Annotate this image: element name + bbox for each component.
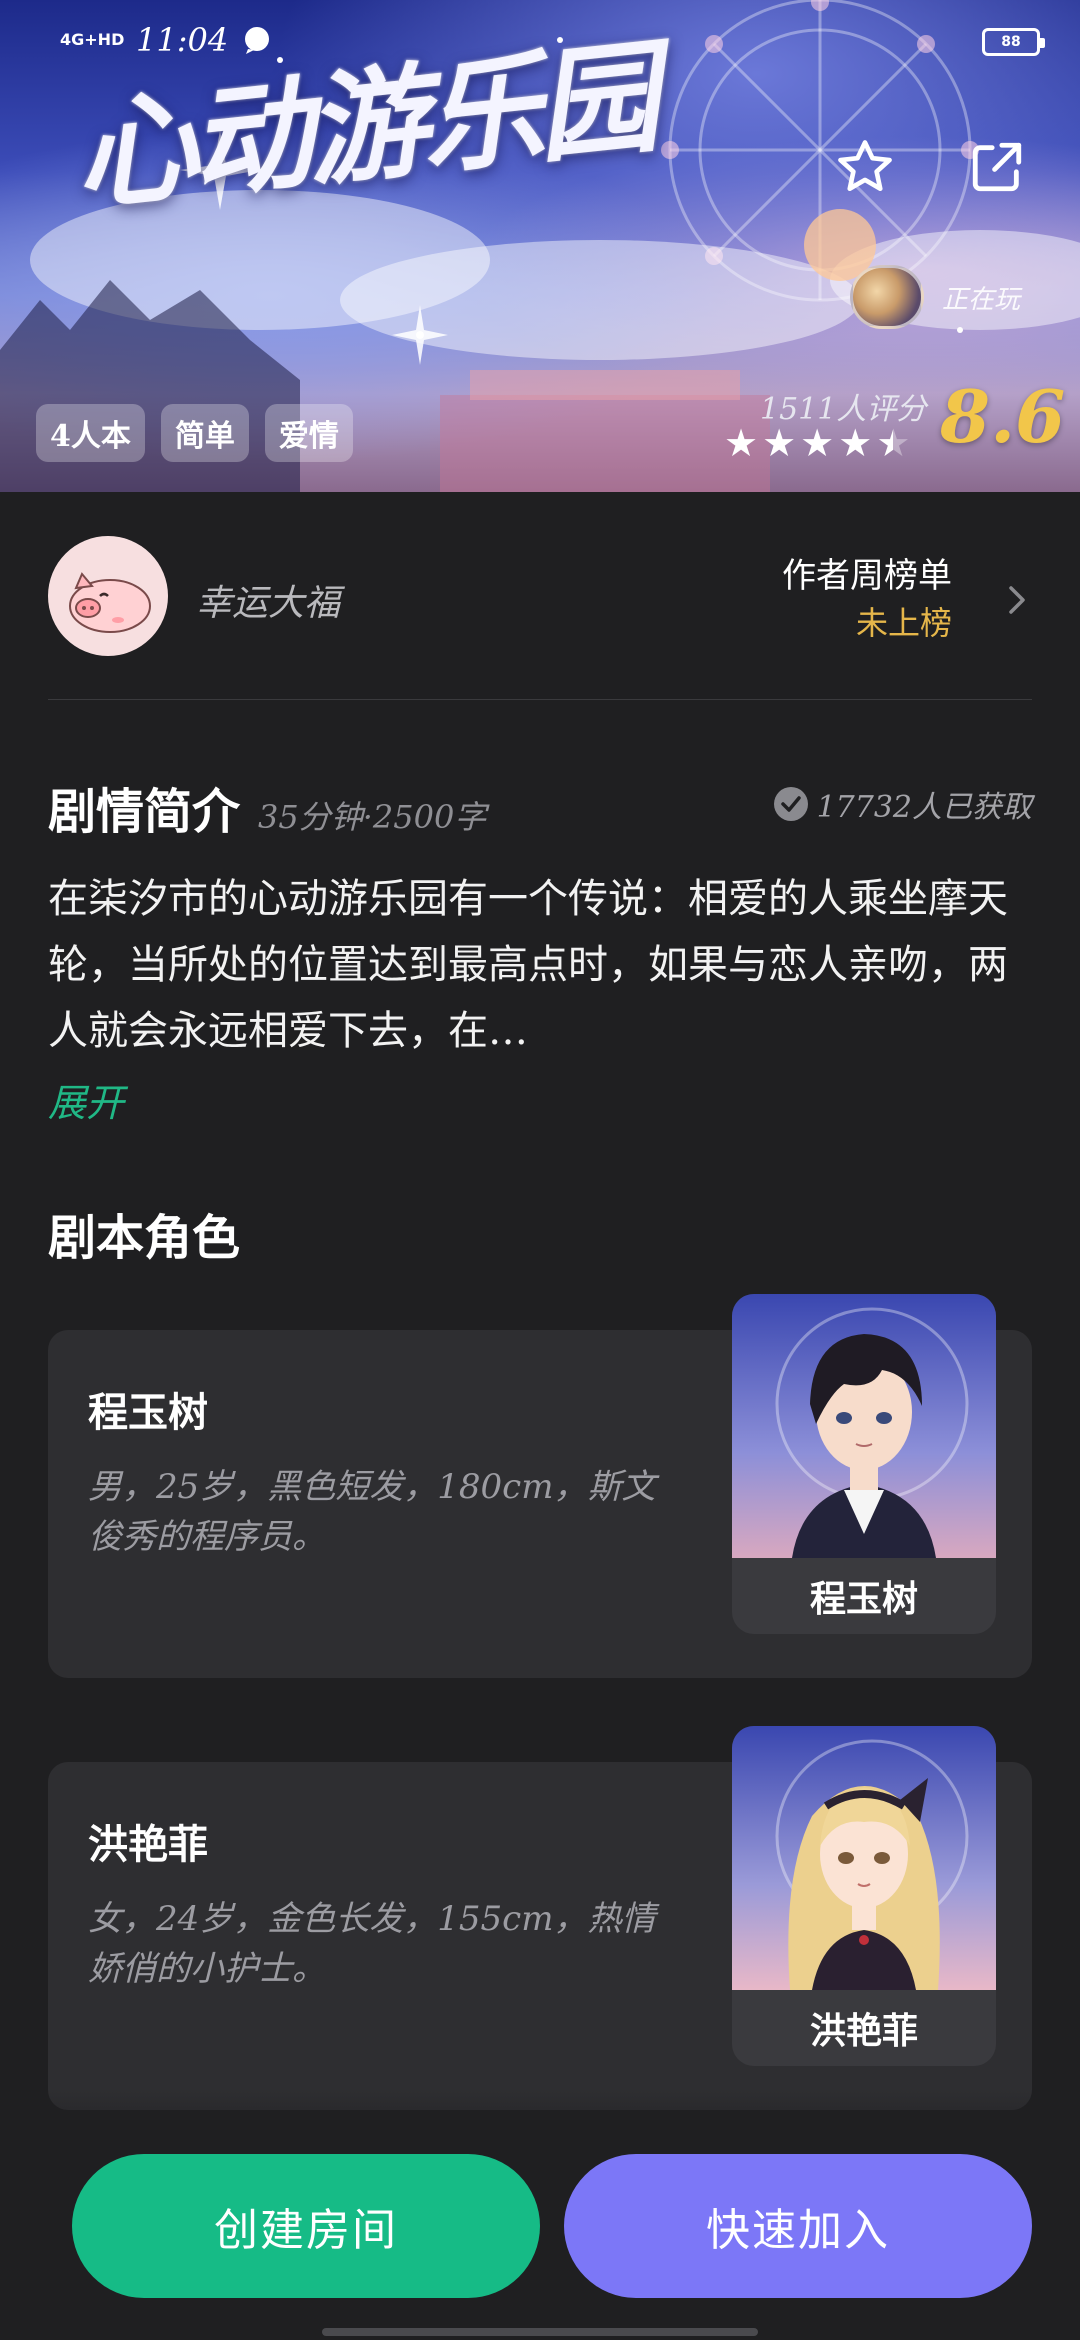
tag-list: 4人本 简单 爱情 — [36, 404, 353, 462]
role-portrait[interactable]: 洪艳菲 — [732, 1726, 996, 2066]
synopsis-body: 在柒汐市的心动游乐园有一个传说：相爱的人乘坐摩天轮，当所处的位置达到最高点时，如… — [48, 876, 1008, 1054]
role-name: 洪艳菲 — [88, 1821, 208, 1868]
star-icon: ★ — [724, 421, 759, 465]
share-button[interactable] — [962, 132, 1032, 202]
half-star-icon: ★ — [876, 421, 911, 465]
synopsis-meta: 35分钟·2500字 — [258, 798, 487, 836]
author-rank-title[interactable]: 作者周榜单 — [782, 548, 952, 597]
message-icon — [245, 27, 270, 54]
author-row[interactable]: 幸运大福 作者周榜单 未上榜 — [48, 536, 1032, 700]
status-bar: 4G+HD 11:04 — [60, 20, 272, 60]
now-playing[interactable]: 正在玩 — [850, 262, 1020, 332]
star-icon: ★ — [838, 421, 873, 465]
battery-icon: 88 — [982, 28, 1045, 56]
obtained-count: 17732人已获取 — [773, 782, 1032, 826]
battery-level: 88 — [1001, 34, 1021, 50]
network-indicator: 4G+HD — [60, 30, 125, 49]
role-description: 男，25岁，黑色短发，180cm，斯文俊秀的程序员。 — [88, 1467, 656, 1557]
author-rank-value[interactable]: 未上榜 — [856, 598, 952, 644]
author-name[interactable]: 幸运大福 — [196, 574, 340, 626]
expand-link[interactable]: 展开 — [48, 1072, 124, 1127]
hero-banner: 4G+HD 11:04 88 心动游乐园 正在玩 4人本 简单 爱情 1511人… — [0, 0, 1080, 492]
portrait-name: 洪艳菲 — [809, 2010, 918, 2052]
home-indicator[interactable] — [322, 2328, 758, 2336]
role-name: 程玉树 — [88, 1389, 208, 1436]
male-character-portrait — [732, 1294, 996, 1558]
share-icon — [972, 142, 1022, 192]
player-avatar — [850, 265, 924, 329]
now-playing-label: 正在玩 — [942, 284, 1021, 315]
tag-difficulty: 简单 — [160, 404, 249, 462]
favorite-button[interactable] — [830, 132, 900, 202]
quick-join-button[interactable]: 快速加入 — [564, 2154, 1032, 2298]
pig-avatar-icon — [69, 572, 151, 633]
author-avatar[interactable] — [48, 536, 168, 656]
female-character-portrait — [732, 1726, 996, 1990]
obtained-text: 17732人已获取 — [816, 790, 1032, 825]
star-icon: ★ — [762, 421, 797, 465]
create-room-button[interactable]: 创建房间 — [72, 2154, 540, 2298]
role-description: 女，24岁，金色长发，155cm，热情娇俏的小护士。 — [88, 1899, 656, 1989]
rating-stars: ★ ★ ★ ★ ★ — [724, 424, 910, 462]
status-time: 11:04 — [136, 21, 229, 59]
star-icon: ★ — [800, 421, 835, 465]
tag-players: 4人本 — [36, 404, 145, 462]
synopsis-header: 剧情简介 35分钟·2500字 — [48, 772, 486, 842]
synopsis-title: 剧情简介 — [48, 784, 241, 840]
chevron-right-icon[interactable] — [1002, 580, 1032, 620]
check-circle-icon — [773, 787, 808, 821]
star-outline-icon — [838, 140, 892, 192]
rating-score: 8.6 — [940, 374, 1066, 459]
roles-title: 剧本角色 — [48, 1210, 241, 1266]
tag-genre: 爱情 — [264, 404, 353, 462]
portrait-name: 程玉树 — [809, 1578, 918, 1620]
role-portrait[interactable]: 程玉树 — [732, 1294, 996, 1634]
